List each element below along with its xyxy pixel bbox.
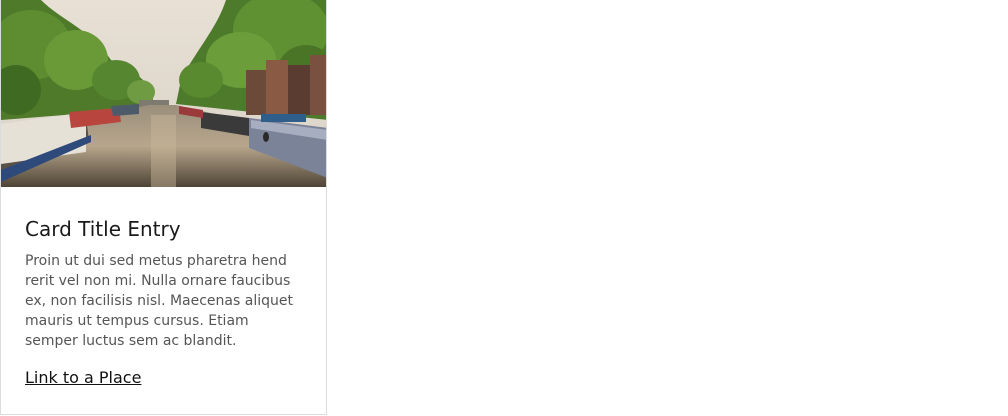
canal-photo bbox=[1, 0, 326, 187]
card: Card Title Entry Proin ut dui sed metus … bbox=[0, 0, 327, 415]
card-description: Proin ut dui sed metus pharetra hend rer… bbox=[25, 253, 293, 349]
card-link[interactable]: Link to a Place bbox=[25, 368, 141, 388]
card-image bbox=[1, 0, 326, 187]
card-body: Card Title Entry Proin ut dui sed metus … bbox=[1, 217, 326, 388]
card-title: Card Title Entry bbox=[25, 217, 181, 241]
